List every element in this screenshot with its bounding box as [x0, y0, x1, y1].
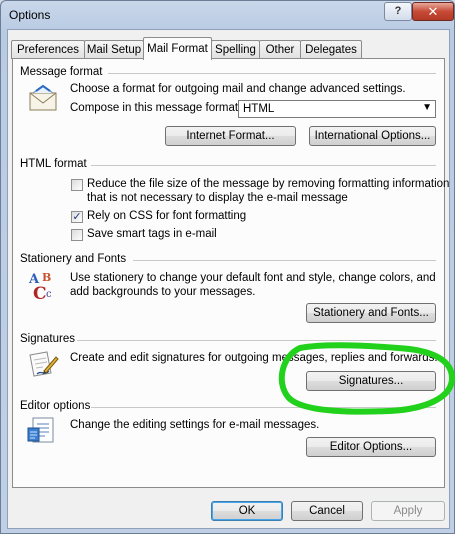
- signatures-description: Create and edit signatures for outgoing …: [70, 352, 438, 364]
- signatures-title: Signatures: [20, 333, 75, 345]
- editor-document-icon: [27, 417, 54, 443]
- signature-pen-icon: [29, 351, 59, 377]
- stationery-divider: [133, 260, 436, 261]
- tab-spelling[interactable]: Spelling: [211, 40, 260, 59]
- signatures-button[interactable]: Signatures...: [306, 371, 436, 391]
- window-title: Options: [9, 8, 51, 22]
- message-format-description: Choose a format for outgoing mail and ch…: [70, 83, 406, 95]
- envelope-icon: [29, 84, 57, 111]
- svg-text:c: c: [46, 289, 52, 300]
- smart-tags-checkbox[interactable]: [71, 229, 83, 241]
- dialog-client-area: Preferences Mail Setup Mail Format Spell…: [7, 29, 450, 529]
- cancel-button[interactable]: Cancel: [291, 501, 363, 521]
- compose-format-label: Compose in this message format:: [70, 102, 242, 114]
- close-button[interactable]: ✕: [412, 2, 454, 21]
- apply-button[interactable]: Apply: [371, 501, 445, 521]
- tab-mail-setup[interactable]: Mail Setup: [84, 40, 144, 59]
- stationery-fonts-button[interactable]: Stationery and Fonts...: [306, 303, 436, 323]
- chevron-down-icon: ▼: [422, 102, 432, 113]
- options-dialog: Options ? ✕ Preferences Mail Setup Mail …: [0, 0, 455, 534]
- ok-button[interactable]: OK: [211, 501, 283, 521]
- message-format-title: Message format: [20, 66, 103, 78]
- html-format-divider: [91, 165, 436, 166]
- help-button[interactable]: ?: [384, 2, 412, 21]
- tab-preferences[interactable]: Preferences: [11, 40, 85, 59]
- compose-format-value: HTML: [243, 103, 275, 115]
- stationery-title: Stationery and Fonts: [20, 253, 127, 265]
- reduce-size-checkbox[interactable]: [71, 179, 83, 191]
- editor-options-title: Editor options: [20, 400, 91, 412]
- internet-format-button[interactable]: Internet Format...: [165, 126, 296, 146]
- international-options-button[interactable]: International Options...: [309, 126, 436, 146]
- editor-options-divider: [91, 407, 436, 408]
- tab-mail-format[interactable]: Mail Format: [143, 37, 212, 60]
- css-font-checkbox[interactable]: ✓: [71, 211, 83, 223]
- svg-text:B: B: [42, 271, 51, 284]
- reduce-size-label-line1: Reduce the file size of the message by r…: [87, 178, 450, 190]
- stationery-description-line2: add backgrounds to your messages.: [70, 286, 256, 298]
- signatures-divider: [77, 340, 436, 341]
- editor-options-button[interactable]: Editor Options...: [306, 437, 436, 457]
- tab-other[interactable]: Other: [259, 40, 301, 59]
- html-format-title: HTML format: [20, 158, 87, 170]
- editor-options-description: Change the editing settings for e-mail m…: [70, 419, 320, 431]
- stationery-fonts-icon: A B C c: [28, 271, 52, 301]
- compose-format-select[interactable]: HTML ▼: [238, 100, 436, 118]
- svg-text:C: C: [33, 284, 47, 301]
- message-format-divider: [108, 73, 436, 74]
- smart-tags-label: Save smart tags in e-mail: [87, 228, 217, 240]
- tab-delegates[interactable]: Delegates: [300, 40, 362, 59]
- stationery-description-line1: Use stationery to change your default fo…: [70, 272, 436, 284]
- css-font-label: Rely on CSS for font formatting: [87, 210, 247, 222]
- reduce-size-label-line2: that is not necessary to display the e-m…: [87, 192, 348, 204]
- mail-format-panel: Message format Choose a format for outgo…: [12, 58, 449, 488]
- title-bar[interactable]: Options ? ✕: [1, 1, 454, 29]
